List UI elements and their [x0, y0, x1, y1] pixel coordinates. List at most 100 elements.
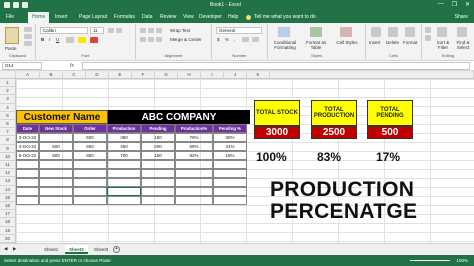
- table-cell[interactable]: [175, 187, 213, 196]
- column-header[interactable]: K: [247, 71, 270, 79]
- fill-color-icon[interactable]: [78, 37, 86, 43]
- table-cell[interactable]: 500: [39, 142, 73, 151]
- company-banner[interactable]: ABC COMPANY: [108, 110, 250, 124]
- table-cell[interactable]: [107, 160, 141, 169]
- table-header-cell[interactable]: Order: [73, 124, 107, 133]
- column-header[interactable]: J: [224, 71, 247, 79]
- redo-icon[interactable]: [22, 2, 28, 8]
- font-size-select[interactable]: 11: [90, 27, 104, 34]
- row-header[interactable]: 14: [0, 185, 16, 194]
- table-cell[interactable]: 18%: [213, 151, 247, 160]
- row-header[interactable]: 3: [0, 95, 16, 104]
- table-cell[interactable]: 700: [107, 151, 141, 160]
- align-left-icon[interactable]: [140, 37, 146, 42]
- format-as-table-icon[interactable]: [310, 27, 322, 37]
- kpi-label-total-stock[interactable]: TOTAL STOCK: [254, 100, 300, 126]
- row-header[interactable]: 13: [0, 177, 16, 186]
- find-select-icon[interactable]: [457, 27, 467, 37]
- row-header[interactable]: 2: [0, 87, 16, 96]
- undo-icon[interactable]: [13, 2, 19, 8]
- table-cell[interactable]: [16, 178, 39, 187]
- row-header[interactable]: 12: [0, 169, 16, 178]
- table-cell[interactable]: [73, 178, 107, 187]
- big-title-line2[interactable]: PERCENATGE: [270, 200, 417, 224]
- row-header[interactable]: 6: [0, 120, 16, 129]
- table-cell[interactable]: [213, 178, 247, 187]
- table-cell[interactable]: 150: [141, 151, 175, 160]
- percent-button[interactable]: %: [225, 37, 229, 42]
- tab-formulas[interactable]: Formulas: [114, 14, 135, 20]
- format-cells-button[interactable]: Format: [403, 40, 417, 45]
- row-header[interactable]: 1: [0, 79, 16, 88]
- column-header[interactable]: H: [178, 71, 201, 79]
- tab-review[interactable]: Review: [160, 14, 176, 20]
- select-all-corner[interactable]: [0, 71, 16, 79]
- align-top-icon[interactable]: [140, 28, 146, 33]
- format-painter-icon[interactable]: [24, 41, 32, 46]
- kpi-label-total-pending[interactable]: TOTAL PENDING: [367, 100, 413, 126]
- table-cell[interactable]: [107, 169, 141, 178]
- wrap-text-button[interactable]: Wrap Text: [170, 28, 190, 33]
- column-header[interactable]: B: [40, 71, 63, 79]
- table-cell[interactable]: [141, 160, 175, 169]
- fx-icon[interactable]: fx: [70, 63, 74, 69]
- bold-button[interactable]: B: [41, 37, 44, 42]
- conditional-formatting-icon[interactable]: [278, 27, 290, 37]
- formula-input[interactable]: [82, 62, 470, 70]
- table-header-cell[interactable]: Production%: [175, 124, 213, 133]
- tab-page-layout[interactable]: Page Layout: [79, 14, 107, 20]
- column-header[interactable]: G: [155, 71, 178, 79]
- table-cell[interactable]: [213, 169, 247, 178]
- percent-pending[interactable]: 17%: [376, 150, 400, 164]
- table-cell[interactable]: [73, 196, 107, 205]
- column-header[interactable]: I: [201, 71, 224, 79]
- table-cell[interactable]: [39, 160, 73, 169]
- fill-icon[interactable]: [425, 35, 431, 41]
- table-cell[interactable]: [16, 160, 39, 169]
- table-cell[interactable]: [213, 196, 247, 205]
- row-header[interactable]: 4: [0, 103, 16, 112]
- column-header[interactable]: E: [109, 71, 132, 79]
- kpi-value-total-stock[interactable]: 3000: [254, 126, 300, 139]
- row-header[interactable]: 7: [0, 128, 16, 137]
- sort-filter-button[interactable]: Sort & Filter: [433, 40, 453, 50]
- delete-cells-icon[interactable]: [388, 27, 398, 37]
- minimize-button[interactable]: —: [438, 1, 444, 8]
- italic-button[interactable]: I: [49, 37, 50, 42]
- table-cell[interactable]: 450: [107, 142, 141, 151]
- table-header-cell[interactable]: Pending: [141, 124, 175, 133]
- align-right-icon[interactable]: [156, 37, 162, 42]
- table-cell[interactable]: 850: [73, 151, 107, 160]
- row-header[interactable]: 19: [0, 226, 16, 235]
- table-cell[interactable]: 600: [39, 151, 73, 160]
- table-cell[interactable]: [141, 187, 175, 196]
- paste-icon[interactable]: [5, 27, 19, 44]
- table-cell[interactable]: [16, 187, 39, 196]
- tab-home[interactable]: Home: [28, 12, 50, 23]
- table-cell[interactable]: [73, 160, 107, 169]
- align-center-icon[interactable]: [148, 37, 154, 42]
- share-button[interactable]: Share: [455, 14, 468, 20]
- number-format-select[interactable]: General: [216, 27, 262, 34]
- column-header[interactable]: F: [132, 71, 155, 79]
- table-cell[interactable]: [175, 169, 213, 178]
- percent-stock[interactable]: 100%: [256, 150, 287, 164]
- name-box[interactable]: O14: [2, 62, 42, 70]
- add-sheet-button[interactable]: +: [113, 246, 120, 253]
- table-cell[interactable]: [175, 178, 213, 187]
- find-select-button[interactable]: Find & Select: [453, 40, 473, 50]
- sheet-tab-sheet1[interactable]: Sheet1: [40, 245, 62, 254]
- increase-decimal-icon[interactable]: [242, 37, 249, 42]
- row-header[interactable]: 18: [0, 218, 16, 227]
- align-bottom-icon[interactable]: [156, 28, 162, 33]
- table-cell[interactable]: [141, 196, 175, 205]
- table-cell[interactable]: [141, 178, 175, 187]
- table-cell[interactable]: 82%: [175, 151, 213, 160]
- scroll-right-icon[interactable]: ▶: [13, 246, 16, 252]
- table-cell[interactable]: 70%: [175, 133, 213, 142]
- big-title-line1[interactable]: PRODUCTION: [270, 178, 414, 202]
- shrink-font-icon[interactable]: [116, 28, 122, 33]
- row-header[interactable]: 8: [0, 136, 16, 145]
- table-cell[interactable]: [39, 169, 73, 178]
- table-cell[interactable]: [175, 196, 213, 205]
